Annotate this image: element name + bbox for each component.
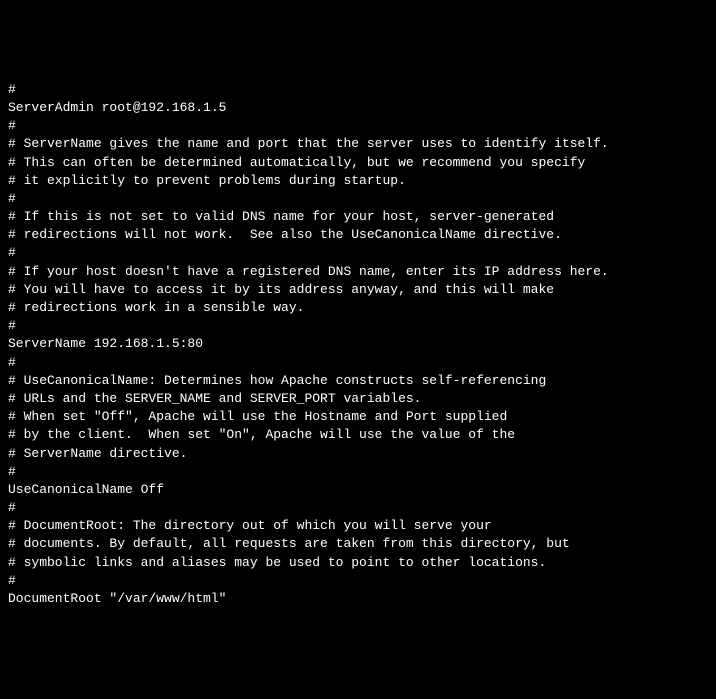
config-line: # it explicitly to prevent problems duri… bbox=[8, 172, 708, 190]
config-line: # This can often be determined automatic… bbox=[8, 154, 708, 172]
config-line: # bbox=[8, 354, 708, 372]
config-line: # symbolic links and aliases may be used… bbox=[8, 554, 708, 572]
config-line: # documents. By default, all requests ar… bbox=[8, 535, 708, 553]
config-line: # bbox=[8, 244, 708, 262]
config-line: # DocumentRoot: The directory out of whi… bbox=[8, 517, 708, 535]
config-line: # bbox=[8, 463, 708, 481]
config-line: ServerAdmin root@192.168.1.5 bbox=[8, 99, 708, 117]
config-line: # redirections work in a sensible way. bbox=[8, 299, 708, 317]
config-line: # bbox=[8, 117, 708, 135]
config-line: ServerName 192.168.1.5:80 bbox=[8, 335, 708, 353]
config-line: # URLs and the SERVER_NAME and SERVER_PO… bbox=[8, 390, 708, 408]
config-line: # bbox=[8, 317, 708, 335]
config-line: # bbox=[8, 499, 708, 517]
terminal-output: #ServerAdmin root@192.168.1.5## ServerNa… bbox=[8, 81, 708, 608]
config-line: # ServerName gives the name and port tha… bbox=[8, 135, 708, 153]
config-line: # by the client. When set "On", Apache w… bbox=[8, 426, 708, 444]
config-line: # redirections will not work. See also t… bbox=[8, 226, 708, 244]
config-line: # If this is not set to valid DNS name f… bbox=[8, 208, 708, 226]
config-line: # bbox=[8, 572, 708, 590]
config-line: # You will have to access it by its addr… bbox=[8, 281, 708, 299]
config-line: # When set "Off", Apache will use the Ho… bbox=[8, 408, 708, 426]
config-line: # UseCanonicalName: Determines how Apach… bbox=[8, 372, 708, 390]
config-line: # ServerName directive. bbox=[8, 445, 708, 463]
config-line: # bbox=[8, 81, 708, 99]
config-line: # bbox=[8, 190, 708, 208]
config-line: UseCanonicalName Off bbox=[8, 481, 708, 499]
config-line: # If your host doesn't have a registered… bbox=[8, 263, 708, 281]
config-line: DocumentRoot "/var/www/html" bbox=[8, 590, 708, 608]
